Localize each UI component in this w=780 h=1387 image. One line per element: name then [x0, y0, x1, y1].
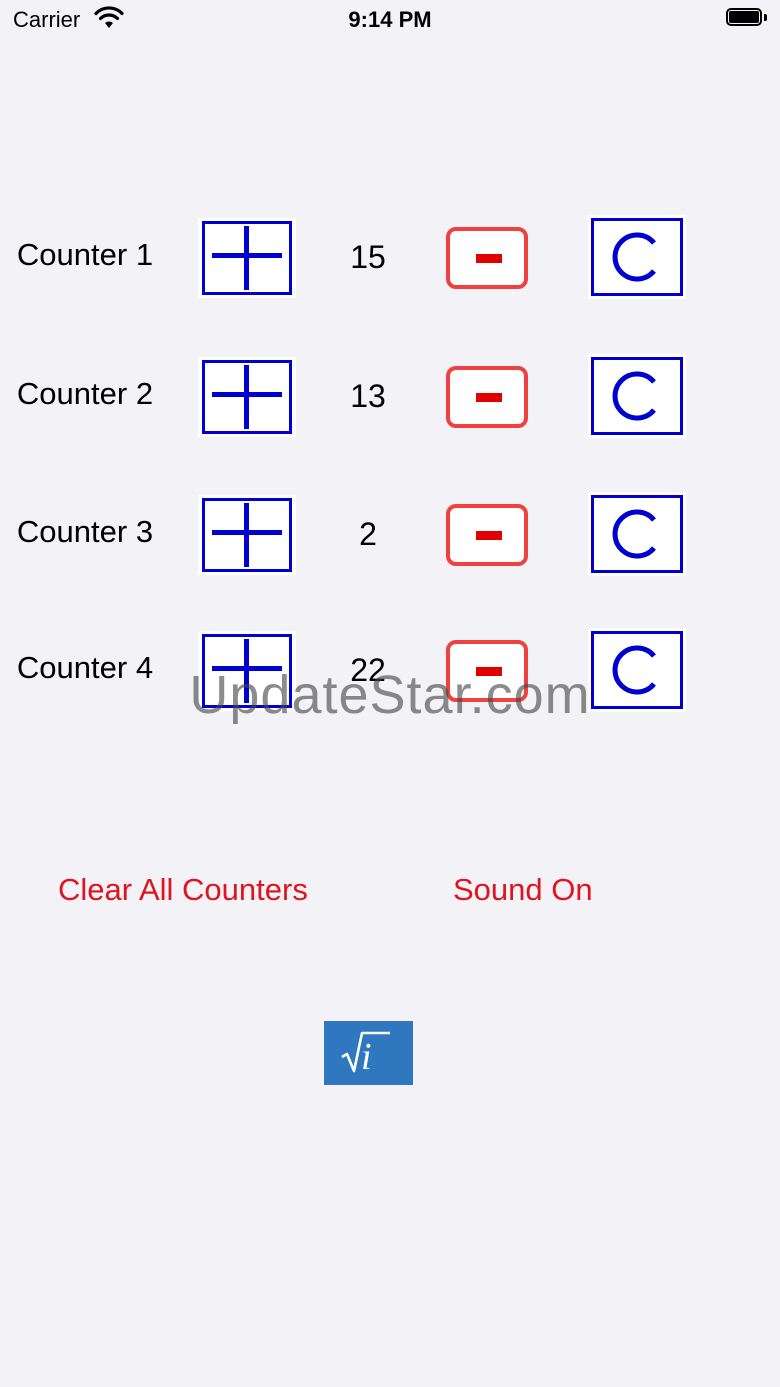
- clear-c-icon: [612, 371, 656, 421]
- status-bar: Carrier 9:14 PM: [0, 0, 780, 44]
- clear-all-counters-button[interactable]: Clear All Counters: [58, 872, 308, 908]
- status-time: 9:14 PM: [348, 7, 432, 32]
- sound-toggle-button[interactable]: Sound On: [453, 872, 593, 908]
- info-glyph: i: [361, 1036, 372, 1078]
- reset-counter-button[interactable]: [588, 215, 686, 299]
- battery-icon: [726, 8, 768, 28]
- decrement-button[interactable]: [446, 504, 528, 566]
- counter-label: Counter 1: [16, 237, 154, 272]
- minus-icon: [476, 254, 502, 263]
- minus-icon: [476, 531, 502, 540]
- counter-row-1: Counter 1 15: [0, 215, 780, 305]
- reset-counter-button[interactable]: [588, 492, 686, 576]
- clear-c-icon: [612, 232, 656, 282]
- counter-row-2: Counter 2 13: [0, 354, 780, 444]
- decrement-button[interactable]: [446, 366, 528, 428]
- decrement-button[interactable]: [446, 227, 528, 289]
- increment-button[interactable]: [198, 357, 296, 437]
- counter-value: 13: [350, 378, 386, 414]
- counter-value: 2: [359, 516, 377, 552]
- increment-button[interactable]: [198, 495, 296, 575]
- info-button[interactable]: i: [324, 1021, 413, 1085]
- minus-icon: [476, 393, 502, 402]
- reset-counter-button[interactable]: [588, 354, 686, 438]
- counter-value: 15: [350, 239, 386, 275]
- clear-c-icon: [612, 509, 656, 559]
- counter-label: Counter 3: [16, 514, 154, 549]
- counter-row-3: Counter 3 2: [0, 492, 780, 582]
- watermark: UpdateStar.com: [189, 665, 591, 725]
- increment-button[interactable]: [198, 218, 296, 298]
- counter-label: Counter 2: [16, 376, 154, 411]
